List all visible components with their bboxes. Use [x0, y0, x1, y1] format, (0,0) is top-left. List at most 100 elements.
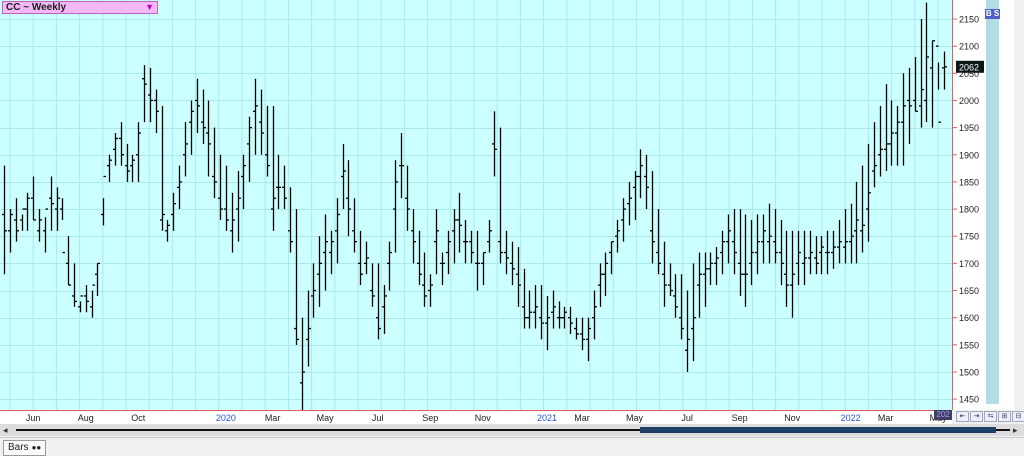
ohlc-bar	[504, 230, 509, 275]
ohlc-bar	[598, 263, 603, 307]
bars-tab[interactable]: Bars ●●	[3, 440, 47, 456]
ohlc-bar	[201, 89, 206, 144]
price-tick-label: 2000	[959, 96, 979, 106]
ohlc-bar	[90, 284, 95, 318]
ohlc-bar	[66, 236, 71, 286]
scroll-left-arrow-icon[interactable]: ◂	[3, 425, 8, 436]
nav-last-icon[interactable]: ⇥	[970, 411, 983, 422]
horizontal-scrollbar[interactable]: ◂ ▸	[0, 424, 1024, 436]
zoom-in-icon[interactable]: ⊞	[998, 411, 1011, 422]
ohlc-bar	[224, 165, 229, 231]
ohlc-bar	[84, 285, 89, 313]
ohlc-bar	[913, 57, 918, 112]
ohlc-bar	[738, 209, 743, 296]
price-tick-label: 1550	[959, 340, 979, 350]
ohlc-bar	[703, 252, 708, 307]
ohlc-bar	[808, 230, 813, 275]
ohlc-bar	[8, 209, 13, 253]
price-tick-label: 2150	[959, 15, 979, 25]
price-tick-label: 1850	[959, 177, 979, 187]
ohlc-bar	[697, 252, 702, 318]
vertical-scroll-column[interactable]	[986, 0, 999, 404]
ohlc-bar	[837, 219, 842, 264]
ohlc-bar	[107, 154, 112, 182]
bottom-toolbar: Bars ●●	[0, 437, 1024, 456]
plot-area[interactable]: CC ~ Weekly ▼	[0, 0, 952, 410]
ohlc-bar	[592, 290, 597, 340]
ohlc-bar	[884, 84, 889, 172]
nav-first-icon[interactable]: ⇤	[956, 411, 969, 422]
ohlc-bar	[627, 181, 632, 226]
chevron-down-icon[interactable]: ▼	[145, 2, 154, 13]
ohlc-bar	[469, 230, 474, 264]
ohlc-bar	[743, 214, 748, 307]
ohlc-bar	[165, 219, 170, 242]
price-tick-label: 1800	[959, 205, 979, 215]
price-tick-label: 1900	[959, 150, 979, 160]
buy-sell-badge[interactable]: B S	[985, 9, 1000, 19]
ohlc-bar	[551, 290, 556, 329]
ohlc-bar	[346, 160, 351, 237]
bars-tab-label: Bars	[8, 442, 29, 453]
ohlc-bar	[364, 241, 369, 275]
ohlc-bar	[825, 230, 830, 275]
ohlc-bar	[341, 143, 346, 210]
ohlc-bar	[644, 154, 649, 210]
ohlc-bar	[633, 171, 638, 220]
ohlc-bar	[656, 209, 661, 275]
ohlc-bar	[399, 133, 404, 199]
month-tick-label: May	[317, 413, 335, 423]
ohlc-bar	[446, 230, 451, 275]
ohlc-bar	[638, 149, 643, 199]
ohlc-bar	[930, 40, 935, 128]
month-tick-label: Mar	[574, 413, 590, 423]
ohlc-bar	[265, 105, 270, 177]
ohlc-bar	[282, 165, 287, 210]
scroll-thumb[interactable]	[640, 427, 996, 433]
ohlc-bar	[755, 214, 760, 275]
ohlc-bar	[463, 219, 468, 264]
ohlc-bar	[422, 252, 427, 307]
month-tick-label: Aug	[78, 413, 94, 423]
symbol-selector[interactable]: CC ~ Weekly ▼	[2, 1, 158, 14]
ohlc-bar	[2, 165, 7, 275]
ohlc-bar	[691, 263, 696, 362]
time-axis[interactable]: Jun Aug Oct 2020 Mar May Jul Sep Nov 2021 Mar May Ju…	[0, 410, 996, 424]
ohlc-bar	[317, 236, 322, 307]
ohlc-bar	[814, 236, 819, 275]
ohlc-bar	[171, 192, 176, 231]
ohlc-bar	[901, 73, 906, 166]
ohlc-bar	[49, 176, 54, 231]
zoom-out-icon[interactable]: ⊟	[1012, 411, 1024, 422]
ohlc-bar	[31, 176, 36, 221]
ohlc-bar	[387, 241, 392, 291]
ohlc-bar	[212, 127, 217, 199]
bars-tab-dots-icon: ●●	[31, 443, 42, 452]
ohlc-bar	[457, 192, 462, 253]
month-tick-label: Sep	[732, 413, 748, 423]
ohlc-bar	[405, 165, 410, 231]
price-tick-label: 2100	[959, 42, 979, 52]
nav-swap-icon[interactable]: ⇆	[984, 411, 997, 422]
year-tick-label: 2020	[216, 413, 236, 423]
ohlc-bar	[767, 203, 772, 264]
ohlc-bar	[895, 105, 900, 166]
ohlc-bar	[236, 171, 241, 242]
ohlc-bar	[259, 89, 264, 155]
ohlc-bar	[802, 230, 807, 286]
ohlc-bar	[685, 290, 690, 372]
ohlc-bar	[662, 241, 667, 307]
price-tick-label: 1450	[959, 395, 979, 405]
scroll-right-arrow-icon[interactable]: ▸	[1013, 425, 1018, 436]
ohlc-bar	[498, 127, 503, 264]
ohlc-bar	[247, 116, 252, 182]
ohlc-bar	[779, 219, 784, 286]
ohlc-bar	[749, 219, 754, 286]
ohlc-bar	[154, 89, 159, 134]
price-axis[interactable]: 1450 1500 1550 1600 1650 1700 1750 1800 1850 1900…	[952, 0, 1014, 410]
ohlc-bar	[796, 230, 801, 286]
ohlc-bar	[440, 252, 445, 286]
price-chart[interactable]	[0, 0, 952, 410]
ohlc-bar	[276, 154, 281, 210]
grid-lines	[0, 0, 952, 410]
